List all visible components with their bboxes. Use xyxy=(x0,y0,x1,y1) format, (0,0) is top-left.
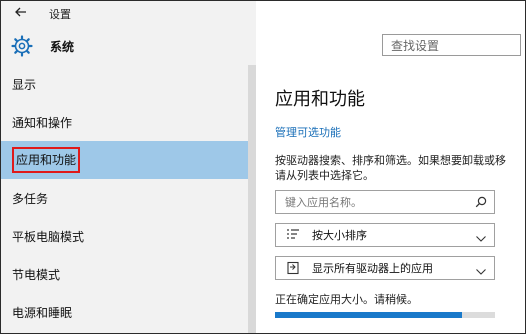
sort-dropdown-value: 按大小排序 xyxy=(312,229,367,242)
sidebar-item-label: 平板电脑模式 xyxy=(12,229,85,244)
gear-icon xyxy=(11,35,33,57)
page-heading-system: 系统 xyxy=(50,40,75,54)
description-line-2: 请从列表中选择它。 xyxy=(275,169,374,182)
search-settings-input[interactable]: 查找设置 xyxy=(382,34,521,56)
status-text: 正在确定应用大小。请稍候。 xyxy=(275,293,418,306)
drive-dropdown-value: 显示所有驱动器上的应用 xyxy=(312,262,433,275)
description-line-1: 按驱动器搜索、排序和筛选。如果想要卸载或移 xyxy=(275,154,506,167)
back-arrow-icon[interactable] xyxy=(13,4,29,20)
sidebar-item-label: 显示 xyxy=(12,77,37,92)
search-placeholder: 查找设置 xyxy=(391,38,440,53)
sidebar-item-notifications[interactable]: 通知和操作 xyxy=(1,103,248,141)
sort-icon xyxy=(286,228,300,242)
manage-optional-features-link[interactable]: 管理可选功能 xyxy=(275,124,341,140)
sidebar-item-apps-features[interactable]: 应用和功能 xyxy=(1,141,248,179)
settings-window: 设置 系统 显示 通知和操作 应用和功能 多任务 平板电脑模式 节电模式 电源和… xyxy=(0,0,526,334)
sidebar-item-power-sleep[interactable]: 电源和睡眠 xyxy=(1,293,248,331)
sort-dropdown[interactable]: 按大小排序 xyxy=(275,223,495,247)
page-title: 应用和功能 xyxy=(275,89,365,110)
main-content: 应用和功能 管理可选功能 按驱动器搜索、排序和筛选。如果想要卸载或移 请从列表中… xyxy=(256,61,525,333)
sidebar-item-label: 通知和操作 xyxy=(12,115,73,130)
sidebar-item-battery-saver[interactable]: 节电模式 xyxy=(1,255,248,293)
window-title: 设置 xyxy=(49,8,71,21)
title-bar: 设置 xyxy=(1,1,256,25)
sidebar-item-label: 应用和功能 xyxy=(12,147,81,173)
left-pane: 设置 系统 显示 通知和操作 应用和功能 多任务 平板电脑模式 节电模式 电源和… xyxy=(1,1,256,333)
app-search-placeholder: 键入应用名称。 xyxy=(285,196,362,209)
chevron-down-icon xyxy=(476,265,486,275)
progress-bar xyxy=(275,312,495,318)
drive-icon xyxy=(286,261,300,275)
sidebar-scrollbar[interactable] xyxy=(248,65,256,333)
search-icon[interactable] xyxy=(475,196,487,208)
app-search-input[interactable]: 键入应用名称。 xyxy=(275,190,495,214)
progress-fill xyxy=(275,312,462,318)
sidebar-item-label: 电源和睡眠 xyxy=(12,305,73,320)
sidebar-item-tablet-mode[interactable]: 平板电脑模式 xyxy=(1,217,248,255)
sidebar-item-display[interactable]: 显示 xyxy=(1,65,248,103)
sidebar-item-multitasking[interactable]: 多任务 xyxy=(1,179,248,217)
sidebar-item-label: 节电模式 xyxy=(12,267,61,282)
description-text: 按驱动器搜索、排序和筛选。如果想要卸载或移 请从列表中选择它。 xyxy=(275,153,525,183)
chevron-down-icon xyxy=(476,232,486,242)
sidebar-item-label: 多任务 xyxy=(12,191,49,206)
drive-filter-dropdown[interactable]: 显示所有驱动器上的应用 xyxy=(275,256,495,280)
